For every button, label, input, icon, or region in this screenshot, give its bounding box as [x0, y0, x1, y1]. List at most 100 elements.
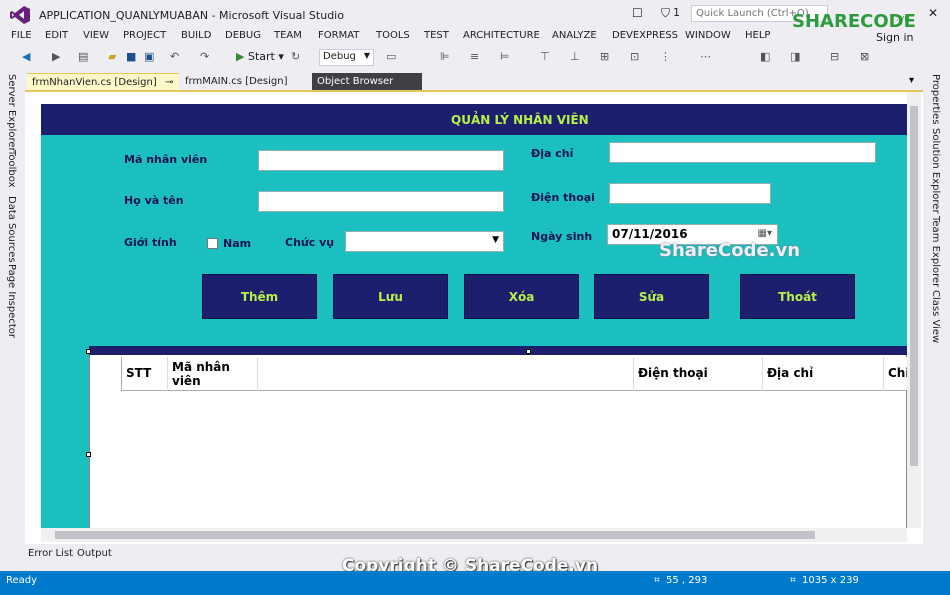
calendar-icon[interactable]: ▦▾: [758, 228, 772, 239]
redo-icon[interactable]: ↷: [200, 50, 209, 63]
right-tool-window-strip: Properties Solution Explorer Team Explor…: [925, 72, 950, 542]
tab-overflow-icon[interactable]: ▾: [909, 75, 914, 86]
menu-architecture[interactable]: ARCHITECTURE: [463, 30, 540, 41]
menu-team[interactable]: TEAM: [274, 30, 302, 41]
menu-tools[interactable]: TOOLS: [376, 30, 410, 41]
data-sources-tab[interactable]: Data Sources: [6, 196, 17, 263]
solution-configuration-select[interactable]: Debug ▼: [319, 49, 374, 66]
undo-icon[interactable]: ↶: [170, 50, 179, 63]
title-bar: APPLICATION_QUANLYMUABAN - Microsoft Vis…: [0, 0, 950, 32]
lock-controls-icon[interactable]: ⊠: [860, 50, 869, 63]
menu-debug[interactable]: DEBUG: [225, 30, 261, 41]
vertical-spacing-icon[interactable]: ⋯: [700, 50, 711, 63]
forward-icon[interactable]: ▶: [52, 50, 60, 63]
tab-frmmain-design[interactable]: frmMAIN.cs [Design]: [180, 73, 308, 91]
play-icon: ▶: [236, 50, 245, 63]
nam-checkbox[interactable]: [207, 238, 218, 249]
resize-handle-top[interactable]: [526, 349, 531, 354]
designer-vertical-scrollbar[interactable]: [907, 92, 921, 528]
them-button[interactable]: Thêm: [202, 274, 317, 319]
save-icon[interactable]: ■: [126, 50, 136, 63]
sign-in-link[interactable]: Sign in: [876, 31, 914, 44]
send-to-back-icon[interactable]: ◨: [790, 50, 800, 63]
page-inspector-tab[interactable]: Page Inspector: [6, 264, 17, 338]
standard-toolbar: ◀ ▶ ▤ ▰ ■ ▣ ↶ ↷ ▶ Start ▾ ↻ ▭ ⊫ ≡ ⊨ ⊤ ⊥ …: [0, 47, 950, 69]
sua-button[interactable]: Sửa: [594, 274, 709, 319]
column-header-stt[interactable]: STT: [122, 357, 168, 391]
menu-test[interactable]: TEST: [424, 30, 449, 41]
horizontal-spacing-icon[interactable]: ⋮: [660, 50, 671, 63]
align-left-icon[interactable]: ⊫: [440, 50, 450, 63]
tab-frmnhanvien-design[interactable]: frmNhanVien.cs [Design] ⊸ ✕: [27, 73, 189, 91]
start-debugging-button[interactable]: ▶ Start ▾: [236, 50, 284, 63]
open-file-icon[interactable]: ▰: [108, 50, 116, 63]
properties-tab[interactable]: Properties: [930, 74, 941, 125]
sharecode-watermark: ShareCode.vn: [659, 240, 801, 261]
toolbox-tab[interactable]: Toolbox: [6, 150, 17, 188]
sharecode-brand-suffix: .vn: [896, 14, 910, 24]
dia-chi-input[interactable]: [609, 142, 876, 163]
class-view-tab[interactable]: Class View: [930, 290, 941, 343]
tab-order-icon[interactable]: ⊟: [830, 50, 839, 63]
notification-flag-icon[interactable]: ⛉: [661, 6, 670, 21]
ho-ten-input[interactable]: [258, 191, 504, 212]
tab-label: Object Browser: [317, 76, 394, 87]
make-same-size-icon[interactable]: ⊞: [600, 50, 609, 63]
solution-explorer-tab[interactable]: Solution Explorer: [930, 128, 941, 214]
close-window-icon[interactable]: ✕: [928, 6, 938, 20]
column-header-dia-chi[interactable]: Địa chỉ: [763, 357, 884, 391]
designer-horizontal-scrollbar[interactable]: [41, 528, 907, 542]
menu-edit[interactable]: EDIT: [45, 30, 68, 41]
find-icon[interactable]: ▭: [386, 50, 396, 63]
save-all-icon[interactable]: ▣: [144, 50, 154, 63]
luu-button[interactable]: Lưu: [333, 274, 448, 319]
team-explorer-tab[interactable]: Team Explorer: [930, 216, 941, 287]
ngay-sinh-label: Ngày sinh: [531, 230, 593, 243]
align-middle-icon[interactable]: ⊥: [570, 50, 580, 63]
ma-nhan-vien-input[interactable]: [258, 150, 504, 171]
datagrid-row-header-corner: [90, 357, 122, 391]
size-icon: ⌗: [790, 575, 796, 586]
size-to-grid-icon[interactable]: ⊡: [630, 50, 639, 63]
ho-ten-label: Họ và tên: [124, 194, 184, 207]
menu-devexpress[interactable]: DEVEXPRESS: [612, 30, 678, 41]
align-top-icon[interactable]: ⊤: [540, 50, 550, 63]
thoat-button[interactable]: Thoát: [740, 274, 855, 319]
menu-help[interactable]: HELP: [745, 30, 770, 41]
dien-thoai-input[interactable]: [609, 183, 771, 204]
resize-handle-top-left[interactable]: [86, 349, 91, 354]
menu-analyze[interactable]: ANALYZE: [552, 30, 597, 41]
back-icon[interactable]: ◀: [22, 50, 30, 63]
feedback-icon[interactable]: ☐: [632, 6, 643, 20]
new-project-icon[interactable]: ▤: [78, 50, 88, 63]
menu-project[interactable]: PROJECT: [123, 30, 166, 41]
column-header-blurred[interactable]: [258, 357, 634, 391]
scrollbar-thumb[interactable]: [910, 106, 918, 466]
pin-icon[interactable]: ⊸: [165, 77, 173, 88]
align-center-icon[interactable]: ≡: [470, 50, 479, 63]
resize-handle-left[interactable]: [86, 452, 91, 457]
visual-studio-window: APPLICATION_QUANLYMUABAN - Microsoft Vis…: [0, 0, 950, 595]
bring-to-front-icon[interactable]: ◧: [760, 50, 770, 63]
menu-window[interactable]: WINDOW: [685, 30, 731, 41]
chuc-vu-select[interactable]: ▼: [345, 231, 504, 252]
output-tab[interactable]: Output: [77, 548, 112, 559]
menu-view[interactable]: VIEW: [83, 30, 109, 41]
scrollbar-thumb[interactable]: [55, 531, 815, 539]
chuc-vu-label: Chức vụ: [285, 236, 335, 249]
menu-build[interactable]: BUILD: [181, 30, 211, 41]
refresh-icon[interactable]: ↻: [291, 50, 300, 63]
dien-thoai-label: Điện thoại: [531, 191, 595, 204]
server-explorer-tab[interactable]: Server Explorer: [6, 74, 17, 152]
tab-label: frmMAIN.cs [Design]: [185, 76, 288, 87]
chevron-down-icon: ▼: [492, 235, 499, 245]
tab-object-browser[interactable]: Object Browser: [312, 73, 422, 91]
column-header-dien-thoai[interactable]: Điện thoại: [634, 357, 763, 391]
form-title: QUẢN LÝ NHÂN VIÊN: [451, 113, 589, 127]
align-right-icon[interactable]: ⊨: [500, 50, 510, 63]
menu-file[interactable]: FILE: [11, 30, 32, 41]
error-list-tab[interactable]: Error List: [28, 548, 73, 559]
xoa-button[interactable]: Xóa: [464, 274, 579, 319]
column-header-ma-nhan-vien[interactable]: Mã nhân viên: [168, 357, 258, 391]
menu-format[interactable]: FORMAT: [318, 30, 359, 41]
